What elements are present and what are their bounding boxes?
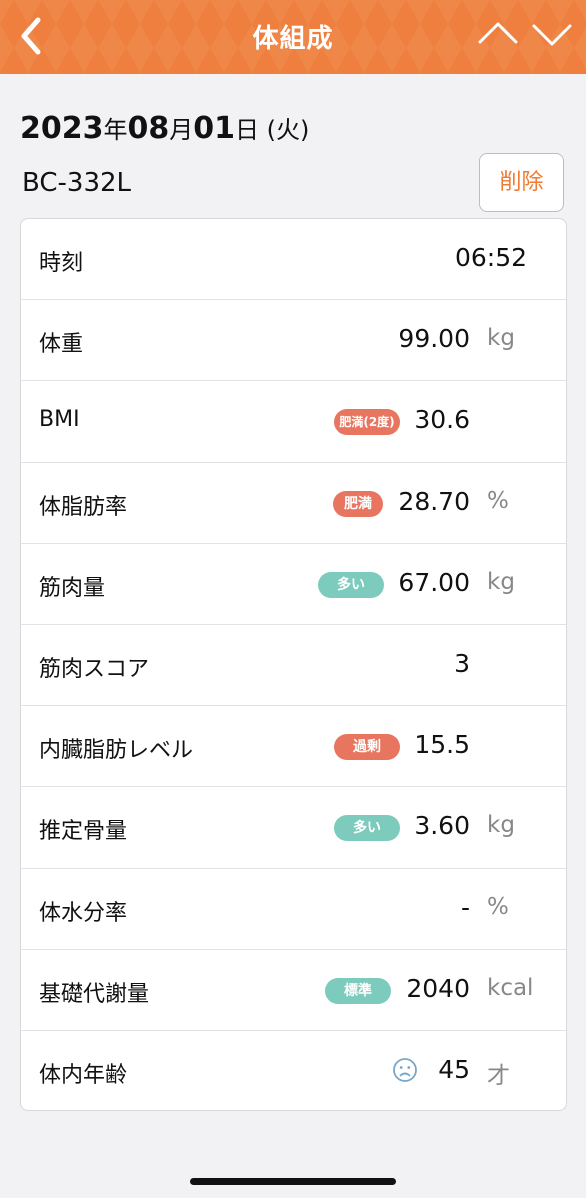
status-badge: 過剰 [334, 734, 400, 761]
status-badge: 多い [334, 815, 400, 842]
row-time: 時刻 06:52 [21, 219, 566, 301]
row-bmi: BMI 肥満(2度) 30.6 [21, 381, 566, 463]
row-body-age: 体内年齢 45 才 [21, 1031, 566, 1110]
date-month: 08 [127, 111, 170, 146]
row-label: 筋肉量 [39, 575, 106, 601]
row-unit: kg [487, 568, 515, 595]
row-bone-mass: 推定骨量 多い 3.60 kg [21, 787, 566, 869]
row-unit: 才 [487, 1062, 510, 1089]
row-label: 体脂肪率 [39, 494, 128, 520]
row-label: 時刻 [39, 251, 84, 276]
row-basal-metabolism: 基礎代謝量 標準 2040 kcal [21, 950, 566, 1031]
measurement-table: 時刻 06:52 体重 99.00 kg BMI 肥満(2度) 30.6 体脂肪… [20, 218, 567, 1111]
app-header: 体組成 [0, 0, 586, 74]
row-value: 28.70 [398, 486, 470, 516]
home-indicator[interactable] [190, 1178, 396, 1185]
date-year: 2023 [20, 111, 104, 146]
row-unit: kg [487, 812, 515, 839]
row-unit: kg [487, 325, 515, 352]
measurement-date: 2023年08月01日 (火) [20, 110, 309, 146]
row-label: 基礎代謝量 [39, 981, 150, 1007]
date-weekday: (火) [259, 116, 310, 144]
sad-face-icon [393, 1057, 417, 1082]
row-value: 99.00 [398, 324, 470, 354]
row-label: 体水分率 [39, 900, 128, 926]
row-label: 内臓脂肪レベル [39, 738, 194, 764]
row-value: 30.6 [414, 405, 470, 435]
row-muscle-score: 筋肉スコア 3 [21, 625, 566, 707]
row-muscle-mass: 筋肉量 多い 67.00 kg [21, 544, 566, 625]
row-unit: % [487, 487, 509, 514]
row-value: 67.00 [398, 567, 470, 597]
date-day: 01 [193, 111, 235, 146]
chevron-down-icon [532, 24, 572, 46]
previous-record-button[interactable] [476, 16, 520, 52]
date-day-unit: 日 [235, 116, 259, 144]
device-model: BC-332L [22, 168, 132, 198]
row-value: 3.60 [414, 811, 470, 841]
delete-button[interactable]: 削除 [479, 153, 564, 212]
status-badge: 肥満(2度) [334, 409, 400, 436]
status-badge: 多い [318, 571, 384, 598]
date-year-unit: 年 [103, 116, 128, 144]
date-month-unit: 月 [169, 116, 194, 144]
row-visceral-fat: 内臓脂肪レベル 過剰 15.5 [21, 706, 566, 788]
row-unit: % [487, 893, 509, 920]
row-label: 推定骨量 [39, 819, 128, 845]
row-value: 15.5 [414, 730, 470, 760]
row-unit: kcal [487, 974, 534, 1001]
row-value: 06:52 [454, 243, 527, 272]
status-badge: 肥満 [333, 490, 383, 517]
row-label: 体内年齢 [39, 1062, 128, 1088]
row-value: 45 [438, 1054, 470, 1084]
row-weight: 体重 99.00 kg [21, 300, 566, 382]
row-label: BMI [39, 407, 80, 433]
next-record-button[interactable] [530, 16, 574, 52]
row-value: 2040 [406, 973, 470, 1003]
row-body-water: 体水分率 - % [21, 869, 566, 950]
chevron-up-icon [478, 22, 518, 44]
row-body-fat: 体脂肪率 肥満 28.70 % [21, 463, 566, 544]
status-badge: 標準 [325, 977, 391, 1004]
row-label: 体重 [39, 332, 84, 358]
row-value: - [460, 892, 470, 922]
row-label: 筋肉スコア [39, 656, 150, 682]
row-value: 3 [454, 648, 470, 678]
